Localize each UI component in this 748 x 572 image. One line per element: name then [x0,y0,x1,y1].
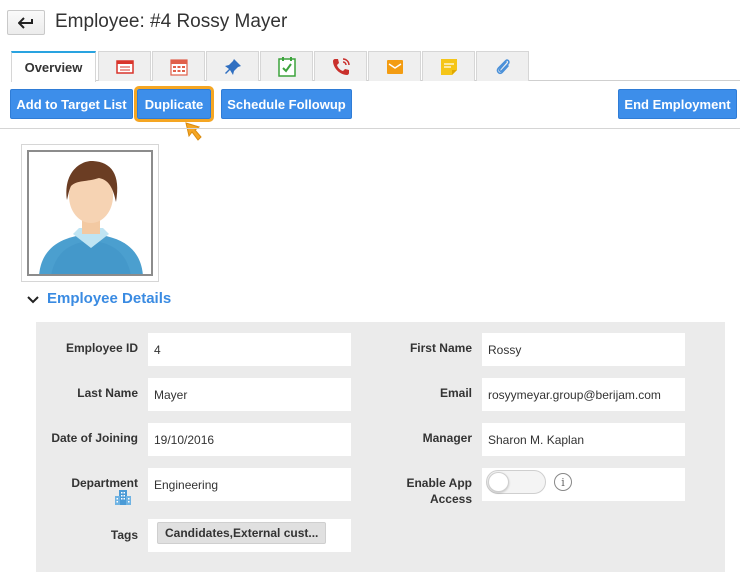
date-of-joining-label: Date of Joining [51,431,138,445]
calendar-grid-icon [169,58,188,76]
tab-calendar[interactable] [152,51,205,81]
schedule-followup-button[interactable]: Schedule Followup [221,89,352,119]
attachment-icon [496,58,510,74]
tags-label: Tags [110,528,138,542]
email-label: Email [439,386,472,400]
toggle-knob [488,472,509,492]
tab-pins[interactable] [206,51,259,81]
avatar[interactable] [21,144,159,282]
enable-app-access-label-line1: Enable App [406,476,472,490]
tab-attachments[interactable] [476,51,529,81]
tab-emails[interactable] [368,51,421,81]
section-title: Employee Details [47,290,172,307]
date-of-joining-field[interactable]: 19/10/2016 [148,423,351,456]
divider [0,128,740,129]
last-name-label: Last Name [77,386,138,400]
tab-tasks[interactable] [260,51,313,81]
tab-overview[interactable]: Overview [11,51,96,82]
end-employment-button[interactable]: End Employment [618,89,737,119]
employee-id-field[interactable]: 4 [148,333,351,366]
first-name-label: First Name [409,341,472,355]
first-name-field[interactable]: Rossy [482,333,685,366]
calendar-list-icon [115,59,134,74]
pin-icon [224,58,241,75]
back-arrow-icon [18,16,33,29]
manager-label: Manager [422,431,472,445]
department-field[interactable]: Engineering [148,468,351,501]
enable-app-access-label-line2: Access [429,492,472,506]
tab-notes[interactable] [422,51,475,81]
info-icon[interactable]: i [554,473,572,491]
enable-app-access-label: Enable App Access [380,475,472,507]
last-name-field[interactable]: Mayer [148,378,351,411]
add-to-target-list-button[interactable]: Add to Target List [10,89,133,119]
task-check-icon [277,56,296,77]
employee-id-label: Employee ID [65,341,138,355]
duplicate-button[interactable]: Duplicate [134,86,214,122]
manager-field[interactable]: Sharon M. Kaplan [482,423,685,456]
building-icon [115,490,131,505]
tab-bar: Overview [11,51,740,82]
user-avatar-icon [29,152,151,274]
employee-details-header[interactable]: Employee Details [27,290,171,307]
back-button[interactable] [7,10,45,35]
tab-events[interactable] [98,51,151,81]
pointer-arrow-icon [185,122,202,141]
chevron-down-icon [27,295,39,303]
note-icon [440,58,457,75]
email-icon [386,59,403,74]
tab-calls[interactable] [314,51,367,81]
phone-call-icon [332,57,350,75]
page-title: Employee: #4 Rossy Mayer [55,11,288,32]
tag-chip[interactable]: Candidates,External cust... [157,522,327,544]
enable-app-access-toggle[interactable] [486,470,546,494]
email-field[interactable]: rosyymeyar.group@berijam.com [482,378,685,411]
tab-overview-label: Overview [24,60,83,75]
